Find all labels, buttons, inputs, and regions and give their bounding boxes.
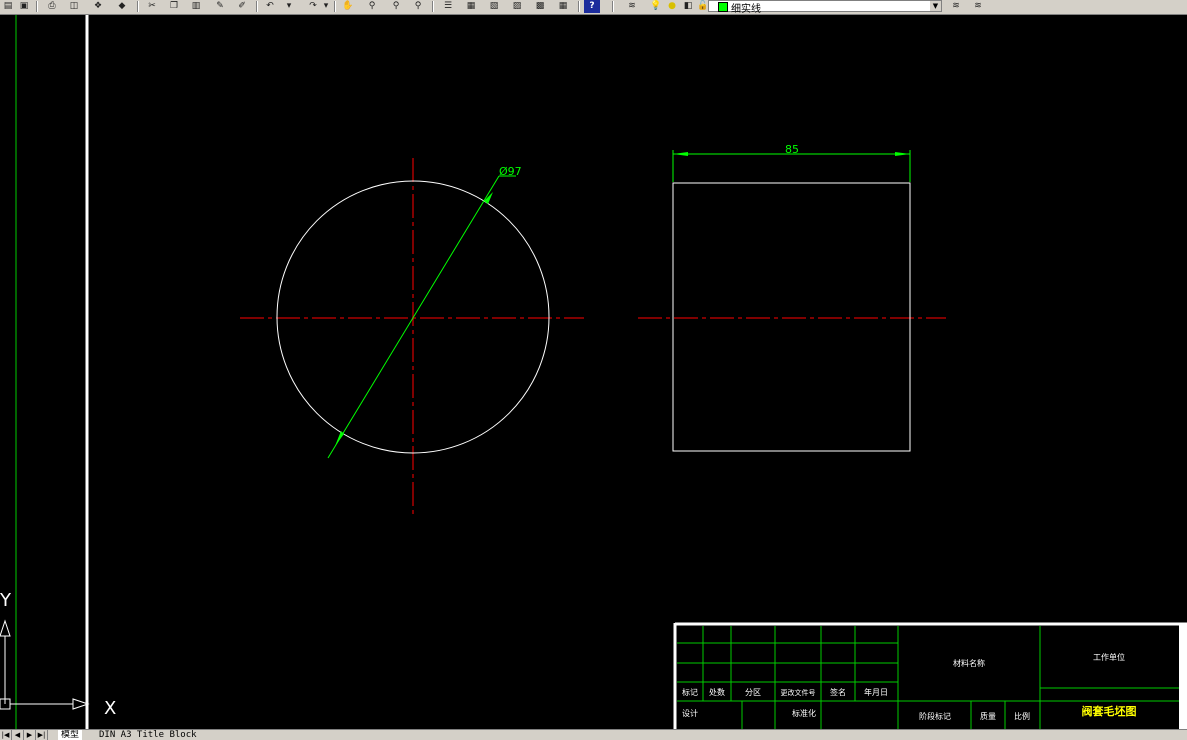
publish-icon[interactable]: ❖ bbox=[90, 0, 106, 13]
title-block-label-change-doc: 更改文件号 bbox=[781, 688, 816, 697]
diameter-label[interactable]: Ø97 bbox=[499, 165, 522, 178]
title-block-label-zone: 分区 bbox=[745, 688, 761, 697]
open-icon[interactable]: ▤ bbox=[0, 0, 16, 13]
toolbar-separator bbox=[612, 1, 614, 12]
chevron-down-icon[interactable]: ▼ bbox=[930, 1, 941, 11]
plot-preview-icon[interactable]: ◫ bbox=[66, 0, 82, 13]
properties-icon[interactable]: ☰ bbox=[440, 0, 456, 13]
toolbar-separator bbox=[137, 1, 139, 12]
title-block-label-designer: 设计 bbox=[682, 708, 698, 718]
layer-color-swatch bbox=[718, 2, 728, 12]
title-block-label-weight: 质量 bbox=[980, 711, 996, 721]
title-block-label-organization: 工作单位 bbox=[1093, 652, 1125, 662]
make-object-layer-current-icon[interactable]: ≋ bbox=[948, 0, 964, 13]
title-block-label-material: 材料名称 bbox=[953, 658, 985, 668]
3d-dwf-icon[interactable]: ◆ bbox=[114, 0, 130, 13]
title-block-label-count: 处数 bbox=[709, 687, 725, 697]
drawing-canvas[interactable]: Ø97 85 标记 处数 分区 更改文件号 签名 年月日 设计 标准化 材料名称… bbox=[0, 15, 1187, 729]
calculator-icon[interactable]: ▦ bbox=[555, 0, 571, 13]
layer-viewport-icon[interactable]: ◧ bbox=[680, 0, 696, 13]
title-block-label-date: 年月日 bbox=[864, 687, 888, 697]
sheet-set-icon[interactable]: ▨ bbox=[509, 0, 525, 13]
frame-right-edge bbox=[1179, 625, 1187, 729]
zoom-previous-icon[interactable]: ⚲ bbox=[410, 0, 426, 13]
title-block-label-signature: 签名 bbox=[830, 687, 846, 697]
title-block-label-mark: 标记 bbox=[682, 687, 698, 697]
title-block-label-scale: 比例 bbox=[1014, 711, 1030, 721]
ucs-x-label: X bbox=[104, 698, 116, 719]
help-icon[interactable]: ? bbox=[584, 0, 600, 13]
markup-icon[interactable]: ▩ bbox=[532, 0, 548, 13]
design-center-icon[interactable]: ▦ bbox=[463, 0, 479, 13]
zoom-window-icon[interactable]: ⚲ bbox=[388, 0, 404, 13]
layer-control-dropdown[interactable]: 细实线 ▼ bbox=[708, 0, 942, 15]
ucs-y-label: Y bbox=[0, 590, 12, 611]
toolbar-separator bbox=[432, 1, 434, 12]
toolbar-separator bbox=[36, 1, 38, 12]
title-block-label-stage: 阶段标记 bbox=[919, 711, 951, 721]
layer-on-icon[interactable]: 💡 bbox=[648, 0, 664, 13]
undo-icon[interactable]: ↶ bbox=[262, 0, 278, 13]
cut-icon[interactable]: ✂ bbox=[144, 0, 160, 13]
print-icon[interactable]: ⎙ bbox=[44, 0, 60, 13]
save-icon[interactable]: ▣ bbox=[16, 0, 32, 13]
block-editor-icon[interactable]: ✐ bbox=[234, 0, 250, 13]
paste-icon[interactable]: ▥ bbox=[188, 0, 204, 13]
pan-icon[interactable]: ✋ bbox=[340, 0, 356, 13]
match-properties-icon[interactable]: ✎ bbox=[212, 0, 228, 13]
width-label[interactable]: 85 bbox=[785, 143, 799, 156]
toolbar-separator bbox=[256, 1, 258, 12]
title-block-label-standardize: 标准化 bbox=[792, 708, 816, 718]
drawing-name-text[interactable]: 阀套毛坯图 bbox=[1082, 704, 1137, 718]
redo-icon[interactable]: ↷ bbox=[305, 0, 321, 13]
current-layer-name: 细实线 bbox=[731, 4, 761, 15]
layout-tab-bar: |◀ ◀ ▶ ▶| 模型 DIN A3 Title Block bbox=[0, 729, 1187, 740]
layer-freeze-icon[interactable]: ● bbox=[664, 0, 680, 13]
model-space-background bbox=[0, 15, 1187, 729]
copy-icon[interactable]: ❐ bbox=[166, 0, 182, 13]
layer-manager-icon[interactable]: ≋ bbox=[624, 0, 640, 13]
toolbar-separator bbox=[334, 1, 336, 12]
undo-dropdown-icon[interactable]: ▾ bbox=[285, 0, 293, 13]
layer-previous-icon[interactable]: ≋ bbox=[970, 0, 986, 13]
standard-toolbar: ▤ ▣ ⎙ ◫ ❖ ◆ ✂ ❐ ▥ ✎ ✐ ↶ ▾ ↷ ▾ ✋ ⚲ ⚲ ⚲ ☰ … bbox=[0, 0, 1187, 15]
zoom-realtime-icon[interactable]: ⚲ bbox=[364, 0, 380, 13]
tool-palettes-icon[interactable]: ▧ bbox=[486, 0, 502, 13]
redo-dropdown-icon[interactable]: ▾ bbox=[322, 0, 330, 13]
toolbar-separator bbox=[578, 1, 580, 12]
